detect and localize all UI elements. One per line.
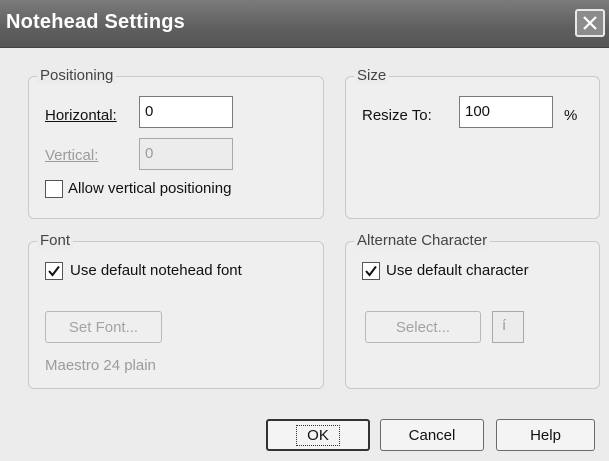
horizontal-label: Horizontal: (45, 107, 117, 124)
cancel-button[interactable]: Cancel (380, 419, 484, 451)
horizontal-input[interactable]: 0 (139, 96, 233, 128)
close-icon (583, 16, 597, 30)
cancel-button-label: Cancel (408, 426, 456, 444)
close-button[interactable] (575, 9, 605, 37)
character-preview: í (492, 311, 524, 343)
select-button-label: Select... (395, 318, 451, 336)
use-default-font-checkbox[interactable] (45, 262, 63, 280)
help-button[interactable]: Help (496, 419, 595, 451)
use-default-font-label[interactable]: Use default notehead font (70, 262, 242, 279)
use-default-character-label[interactable]: Use default character (386, 262, 529, 279)
positioning-group-label: Positioning (37, 67, 117, 84)
percent-unit: % (564, 107, 578, 124)
vertical-input: 0 (139, 138, 233, 170)
ok-button[interactable]: OK (266, 419, 370, 451)
font-group-label: Font (37, 232, 74, 249)
checkmark-icon (365, 265, 377, 277)
help-button-label: Help (530, 426, 561, 444)
vertical-label: Vertical: (45, 147, 98, 164)
current-font-label: Maestro 24 plain (45, 357, 156, 374)
select-character-button: Select... (365, 311, 481, 343)
size-group-label: Size (354, 67, 390, 84)
horizontal-label-text: Horizontal: (45, 107, 117, 124)
title-bar: Notehead Settings (0, 0, 609, 48)
checkmark-icon (48, 265, 60, 277)
set-font-button-label: Set Font... (68, 318, 139, 336)
vertical-label-text: Vertical: (45, 147, 99, 164)
set-font-button: Set Font... (45, 311, 162, 343)
use-default-character-checkbox[interactable] (362, 262, 380, 280)
alternate-character-group-label: Alternate Character (354, 232, 491, 249)
notehead-settings-dialog: Notehead Settings Positioning Horizontal… (0, 0, 609, 461)
allow-vertical-checkbox[interactable] (45, 180, 63, 198)
ok-button-label: OK (296, 424, 340, 446)
resize-input[interactable]: 100 (459, 96, 553, 128)
resize-label: Resize To: (362, 107, 432, 124)
dialog-title: Notehead Settings (6, 11, 185, 33)
allow-vertical-label[interactable]: Allow vertical positioning (68, 180, 231, 197)
